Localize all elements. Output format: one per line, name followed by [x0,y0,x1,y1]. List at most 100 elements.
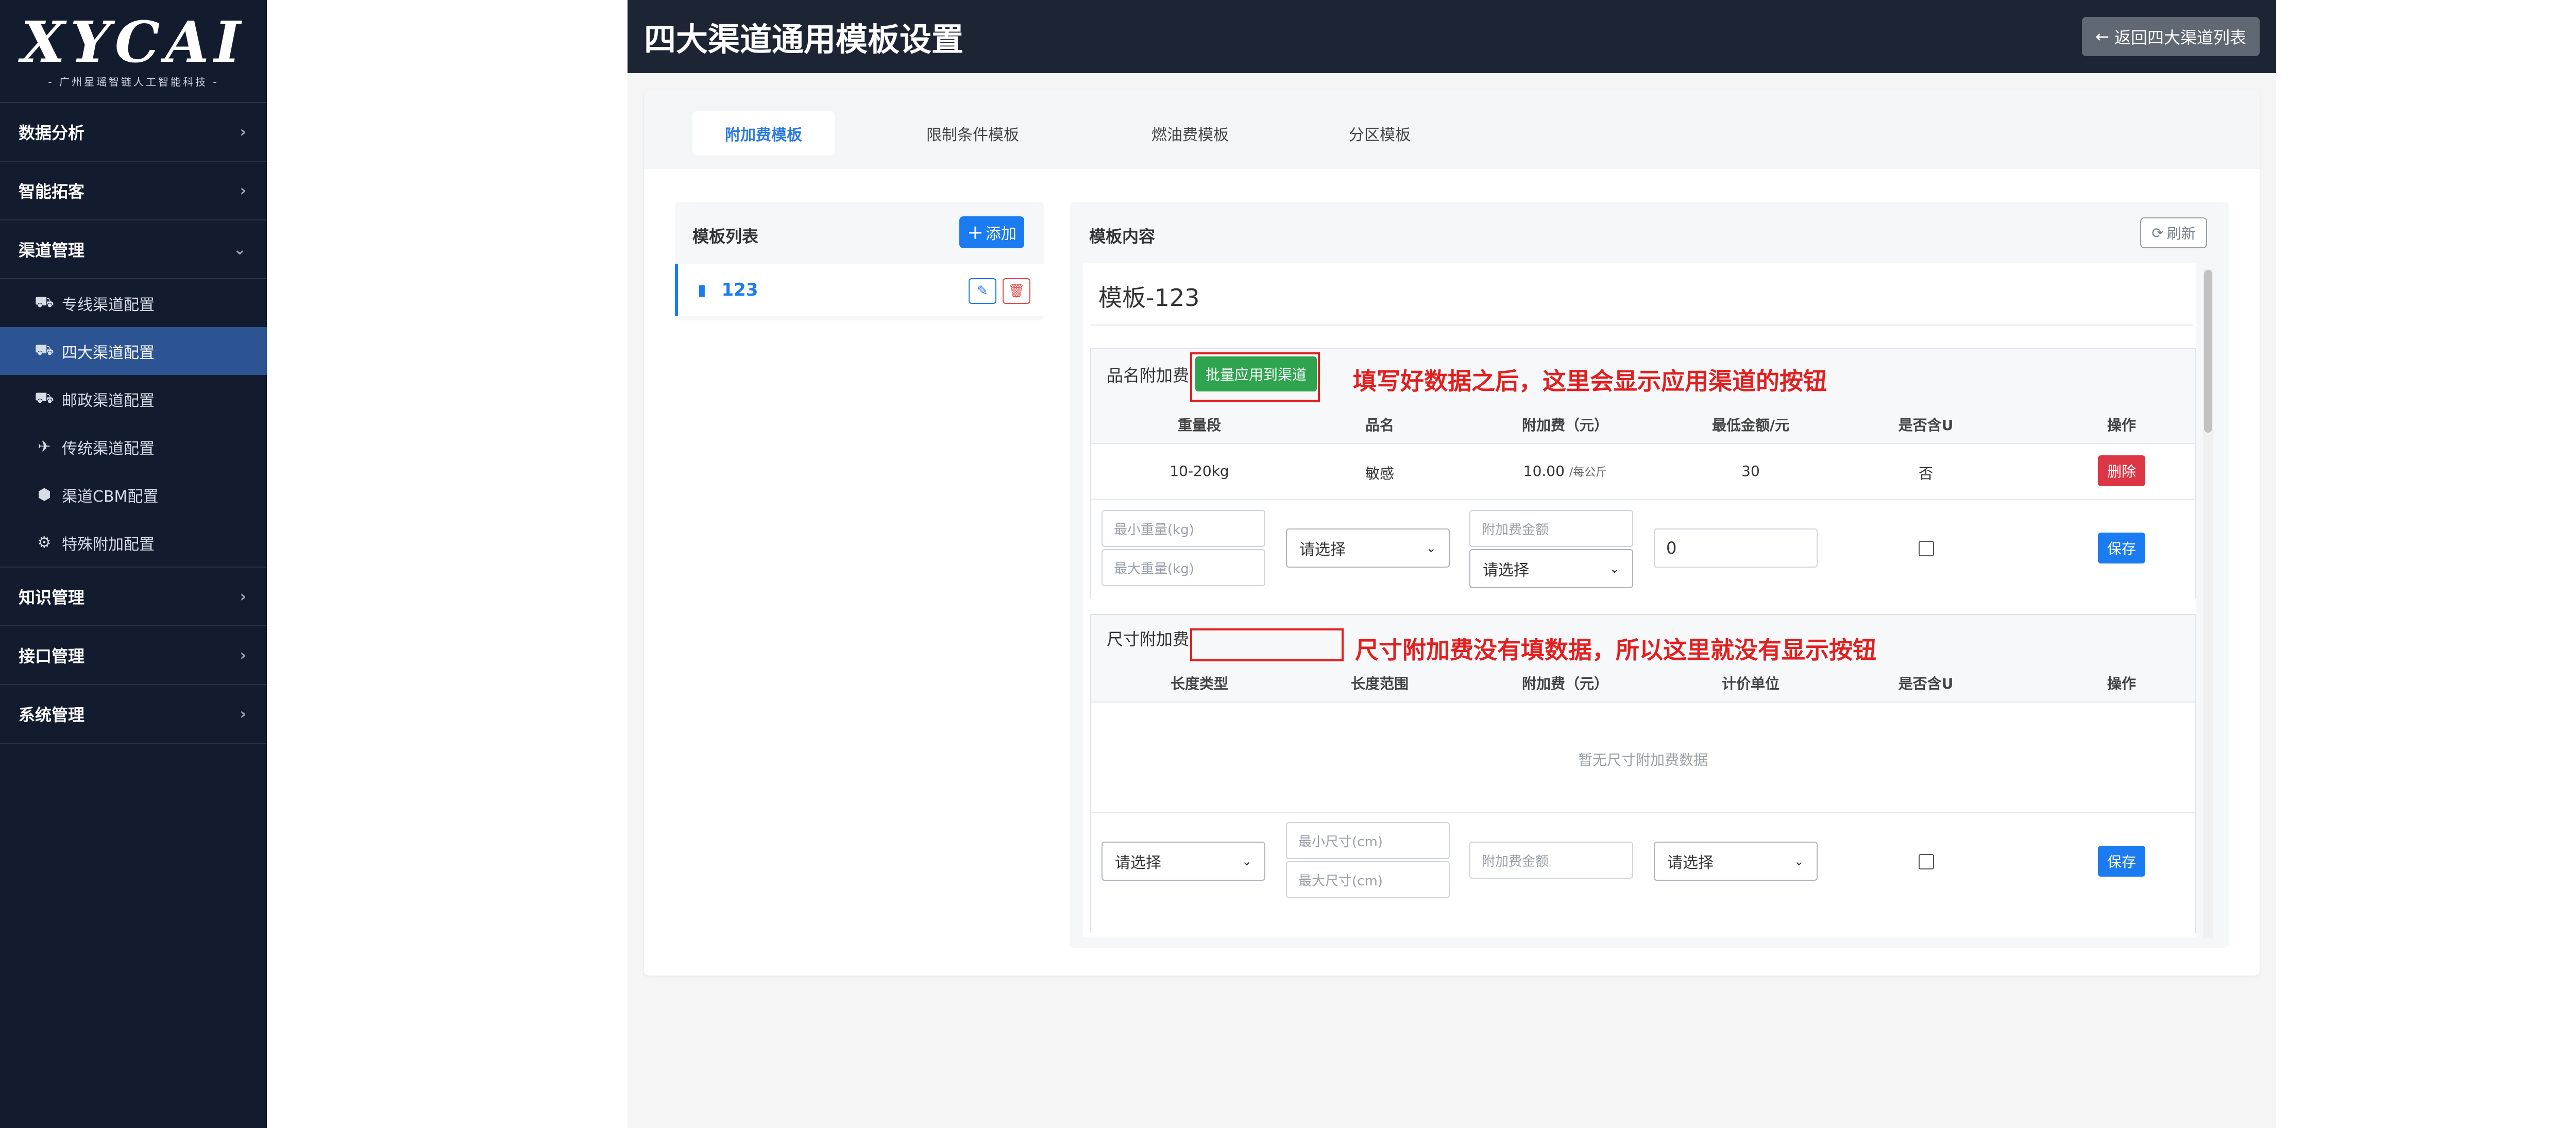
template-name: 123 [721,280,758,300]
nav-group-knowledge[interactable]: 知识管理 › [0,568,267,626]
include-u-checkbox[interactable] [1919,854,1934,869]
sidebar: XYCAI - 广州星瑶智链人工智能科技 - 数据分析 › 智能拓客 › 渠道管… [0,0,267,1128]
table-row: 10-20kg 敏感 10.00 /每公斤 30 否 删除 [1091,443,2195,499]
column-header: 操作 [2107,675,2136,692]
page-header: 四大渠道通用模板设置 ← 返回四大渠道列表 [628,0,2276,73]
chevron-down-icon: ⌄ [233,240,246,259]
column-header: 长度类型 [1170,675,1228,692]
refresh-button[interactable]: ⟳ 刷新 [2140,217,2207,248]
empty-row: 暂无尺寸附加费数据 [1091,702,2195,812]
cell-include-u: 否 [1918,465,1933,482]
tab-restriction-template[interactable]: 限制条件模板 [902,111,1044,156]
box-icon: ⬢ [37,486,52,504]
plane-icon: ✈ [38,438,51,456]
fee-amount-input[interactable]: 附加费金额 [1469,842,1633,879]
annotation-note: 尺寸附加费没有填数据，所以这里就没有显示按钮 [1355,636,1876,664]
scrollbar-thumb[interactable] [2204,270,2212,433]
nav-group-label: 知识管理 [19,588,85,607]
section-label: 品名附加费 [1107,366,1190,385]
new-row-form: 请选择 ⌄ 最小尺寸(cm) 最大尺寸(cm) 附加费金额 请选择 ⌄ 保存 [1091,812,2195,933]
column-header: 最低金额/元 [1711,417,1790,434]
nav-group-data-analysis[interactable]: 数据分析 › [0,103,267,162]
delete-row-button[interactable]: 删除 [2098,455,2145,486]
chevron-right-icon: › [240,587,246,606]
name-select[interactable]: 请选择 ⌄ [1286,528,1450,568]
nav-group-channel-management[interactable]: 渠道管理 ⌄ [0,220,267,279]
min-amount-input[interactable]: 0 [1654,528,1818,568]
column-header: 附加费（元） [1521,417,1608,434]
logo-mark: XYCAI [21,8,246,75]
empty-state-text: 暂无尺寸附加费数据 [1578,751,1708,768]
column-header: 附加费（元） [1521,675,1608,692]
nav-group-api[interactable]: 接口管理 › [0,626,267,685]
min-weight-input[interactable]: 最小重量(kg) [1101,510,1265,547]
sidebar-item-label: 专线渠道配置 [62,296,155,314]
template-card: 附加费模板 限制条件模板 燃油费模板 分区模板 模板列表 + 添加 ▮ 123 … [644,89,2260,976]
page-title: 四大渠道通用模板设置 [644,21,964,58]
max-size-input[interactable]: 最大尺寸(cm) [1286,861,1450,898]
sidebar-item-cbm-config[interactable]: ⬢ 渠道CBM配置 [0,471,267,519]
template-list-panel: 模板列表 + 添加 ▮ 123 ✎ 🗑 [675,202,1044,320]
template-list-item[interactable]: ▮ 123 ✎ 🗑 [675,264,1044,316]
include-u-checkbox[interactable] [1919,541,1934,556]
edit-template-button[interactable]: ✎ [969,278,996,304]
save-row-button[interactable]: 保存 [2098,846,2145,877]
nav-group-label: 接口管理 [19,646,85,666]
column-header: 是否含U [1898,675,1954,692]
annotation-note: 填写好数据之后，这里会显示应用渠道的按钮 [1353,367,1827,395]
sidebar-item-label: 邮政渠道配置 [62,391,155,410]
max-weight-input[interactable]: 最大重量(kg) [1101,549,1265,586]
cell-weight: 10-20kg [1170,463,1229,480]
truck-icon: ⛟ [35,341,54,359]
chevron-down-icon: ⌄ [1609,561,1620,576]
sidebar-item-special-surcharge[interactable]: ⚙ 特殊附加配置 [0,519,267,567]
sidebar-item-four-channels[interactable]: ⛟ 四大渠道配置 [0,327,267,375]
new-row-form: 最小重量(kg) 最大重量(kg) 请选择 ⌄ 附加费金额 请选择 ⌄ 0 保存 [1091,499,2195,599]
back-to-list-button[interactable]: ← 返回四大渠道列表 [2082,17,2260,56]
length-type-select[interactable]: 请选择 ⌄ [1101,842,1265,881]
sidebar-item-postal-channel[interactable]: ⛟ 邮政渠道配置 [0,375,267,423]
refresh-icon: ⟳ [2151,224,2164,242]
select-value: 请选择 [1299,541,1346,559]
app-root: XYCAI - 广州星瑶智链人工智能科技 - 数据分析 › 智能拓客 › 渠道管… [0,0,2576,1128]
column-header: 品名 [1365,417,1394,434]
column-header: 是否含U [1898,417,1954,434]
nav-group-system[interactable]: 系统管理 › [0,685,267,744]
pricing-unit-select[interactable]: 请选择 ⌄ [1654,842,1818,881]
template-heading: 模板-123 [1098,284,1200,312]
tab-fuel-template[interactable]: 燃油费模板 [1119,111,1261,156]
truck-icon: ⛟ [35,293,54,311]
nav-group-smart-prospecting[interactable]: 智能拓客 › [0,162,267,220]
column-header: 长度范围 [1350,675,1409,692]
arrow-left-icon: ← [2095,27,2109,46]
column-header: 计价单位 [1721,675,1780,692]
cell-fee: 10.00 /每公斤 [1498,463,1632,480]
file-icon: ▮ [698,281,706,299]
min-size-input[interactable]: 最小尺寸(cm) [1286,822,1450,859]
column-header: 重量段 [1177,417,1221,434]
sidebar-item-label: 四大渠道配置 [62,344,155,362]
fee-amount-input[interactable]: 附加费金额 [1469,510,1633,547]
add-button-label: 添加 [985,225,1016,243]
sidebar-item-dedicated-channel[interactable]: ⛟ 专线渠道配置 [0,279,267,327]
select-value: 请选择 [1115,854,1161,872]
sidebar-item-label: 渠道CBM配置 [62,487,159,506]
fee-unit-select[interactable]: 请选择 ⌄ [1469,549,1633,588]
annotation-box-empty-button [1190,628,1344,661]
chevron-right-icon: › [240,181,246,200]
gear-icon: ⚙ [37,534,52,552]
divider [1090,324,2193,326]
tab-surcharge-template[interactable]: 附加费模板 [692,111,835,156]
back-button-label: 返回四大渠道列表 [2114,28,2246,47]
sidebar-item-traditional-channel[interactable]: ✈ 传统渠道配置 [0,423,267,471]
tab-zone-template[interactable]: 分区模板 [1309,111,1451,156]
delete-template-button[interactable]: 🗑 [1003,278,1030,304]
sidebar-item-label: 传统渠道配置 [62,439,155,458]
add-template-button[interactable]: + 添加 [959,216,1024,248]
plus-icon: + [967,221,984,244]
truck-icon: ⛟ [35,389,54,407]
trash-icon: 🗑 [1008,283,1025,299]
save-row-button[interactable]: 保存 [2098,533,2145,563]
annotation-box-batch-button [1190,352,1320,402]
chevron-right-icon: › [240,705,246,723]
